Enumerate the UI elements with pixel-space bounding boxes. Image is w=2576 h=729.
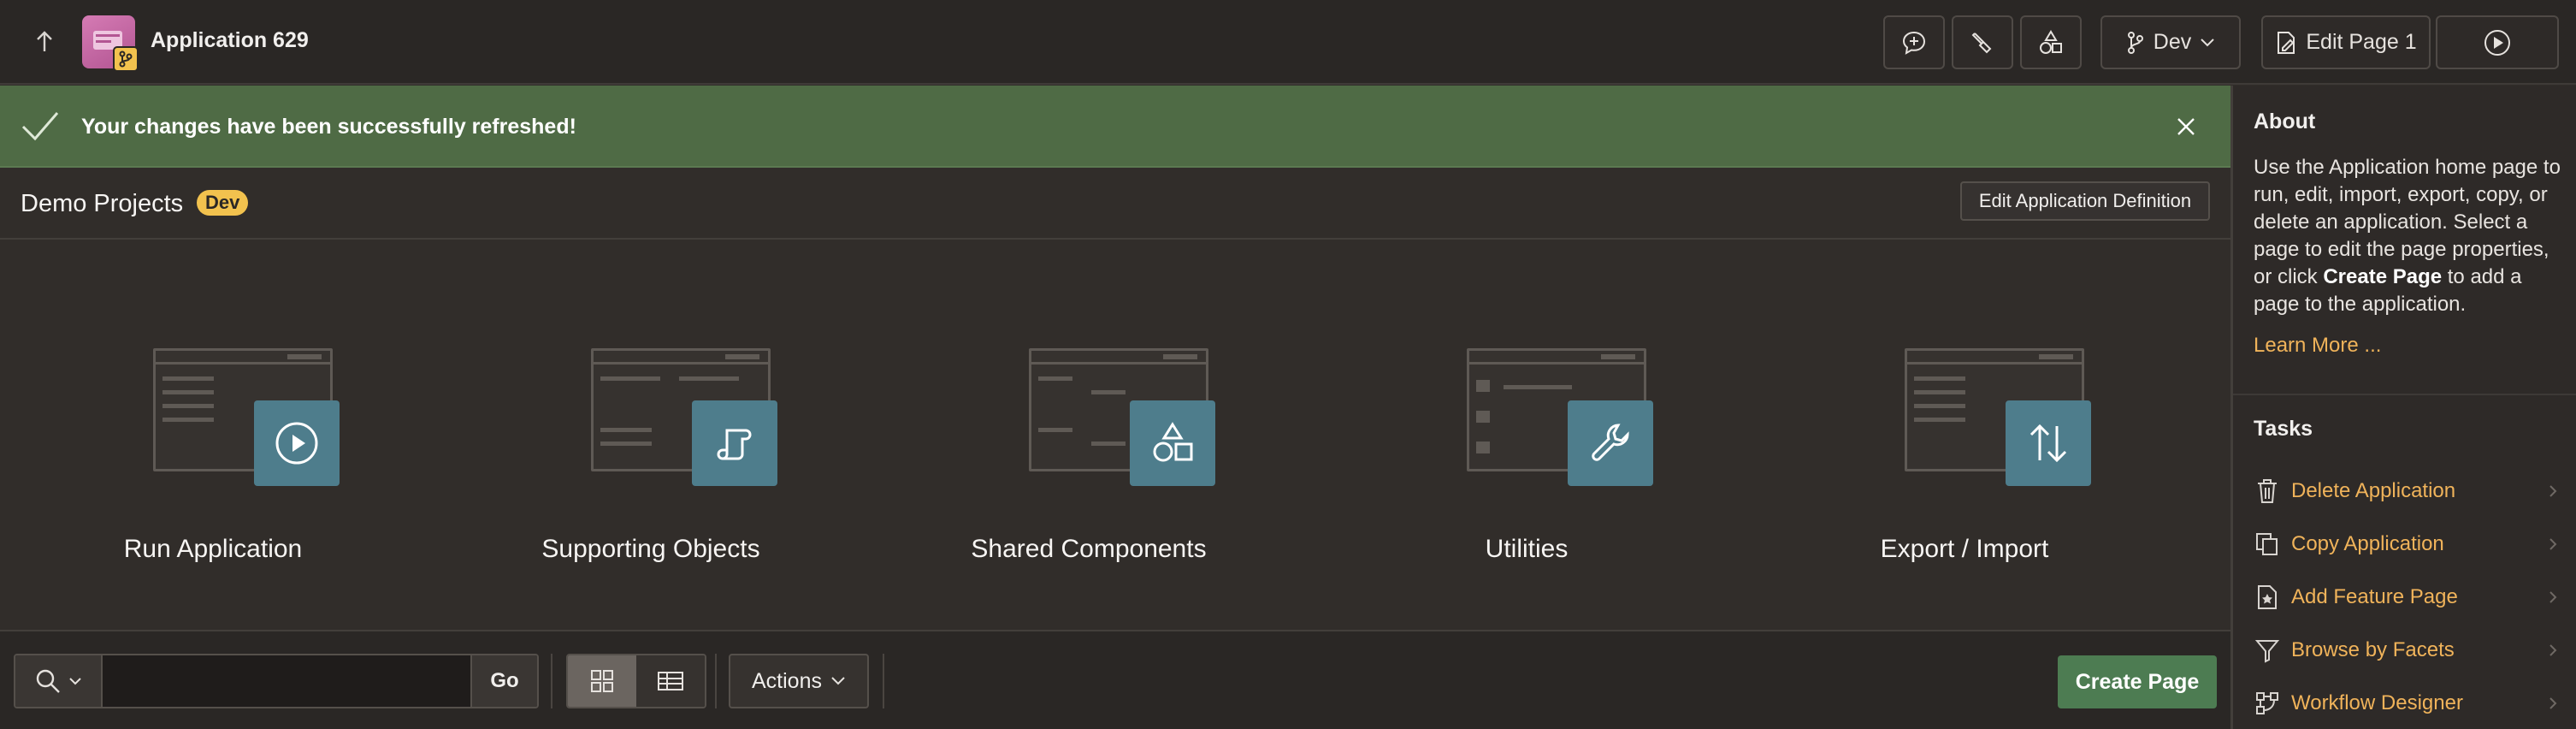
region-header: Demo Projects Dev Edit Application Defin… [0,169,2230,240]
filter-icon [2254,640,2280,663]
about-text-bold: Create Page [2323,265,2443,288]
right-sidebar: About Use the Application home page to r… [2230,86,2576,729]
task-workflow-designer[interactable]: Workflow Designer [2254,682,2561,725]
add-feature-icon [2258,585,2277,609]
tile-export-import[interactable]: Export / Import [1836,325,2093,582]
edit-application-definition-button[interactable]: Edit Application Definition [1960,181,2210,221]
arrow-up-icon [37,31,52,51]
task-label: Workflow Designer [2291,691,2463,714]
task-label: Copy Application [2291,532,2444,555]
scroll-icon [717,429,752,460]
grid-icon [591,670,613,692]
success-message: Your changes have been successfully refr… [81,115,576,139]
edit-page-button[interactable]: Edit Page 1 [2261,15,2431,69]
branch-badge-icon [113,46,139,72]
actions-label: Actions [752,668,822,693]
edit-page-icon [2278,31,2295,54]
tile-utilities[interactable]: Utilities [1398,325,1655,582]
tile-supporting-objects[interactable]: Supporting Objects [523,325,779,582]
task-label: Delete Application [2291,479,2456,502]
dev-badge: Dev [197,190,249,216]
branch-label: Dev [2153,30,2192,54]
search-column-dropdown[interactable] [15,655,103,707]
close-icon [2177,118,2195,135]
dismiss-banner-button[interactable] [2169,110,2203,144]
play-circle-icon [2484,29,2510,56]
tile-label: Export / Import [1880,535,2049,563]
edit-page-label: Edit Page 1 [2306,30,2417,54]
page-toolbar: Go Actions Create Page [0,630,2230,729]
chevron-right-icon [2549,644,2557,656]
task-delete-application[interactable]: Delete Application [2254,470,2561,513]
tile-run-application[interactable]: Run Application [85,325,341,582]
shapes-icon [1153,422,1193,462]
search-group: Go [14,654,539,708]
about-text: Use the Application home page to run, ed… [2254,154,2561,318]
tile-badge [1130,400,1215,486]
task-label: Browse by Facets [2291,638,2455,661]
arrows-up-down-icon [2029,424,2067,463]
search-icon [36,669,60,693]
search-input[interactable] [103,655,470,707]
branch-icon [2127,31,2143,54]
region-title: Demo Projects [21,190,184,217]
view-toggle [566,654,706,708]
sidebar-divider [2233,394,2576,395]
task-browse-by-facets[interactable]: Browse by Facets [2254,629,2561,672]
comments-button[interactable] [1883,15,1945,69]
play-icon [275,422,318,465]
app-title: Application 629 [151,28,309,52]
tile-badge [1568,400,1653,486]
about-heading: About [2254,110,2316,133]
shapes-icon [2040,29,2062,54]
actions-menu-button[interactable]: Actions [729,654,869,708]
table-icon [658,672,683,690]
tile-label: Supporting Objects [541,535,760,563]
chevron-down-icon [69,678,81,685]
go-button[interactable]: Go [470,655,537,707]
tile-badge [2006,400,2091,486]
report-view-button[interactable] [636,655,705,707]
icon-view-button[interactable] [568,655,636,707]
chevron-right-icon [2549,697,2557,709]
tile-label: Utilities [1485,535,1569,563]
task-label: Add Feature Page [2291,585,2458,608]
shared-components-button[interactable] [2020,15,2082,69]
brush-icon [1971,32,1992,53]
utilities-button[interactable] [1952,15,2013,69]
task-add-feature-page[interactable]: Add Feature Page [2254,576,2561,619]
toolbar-divider [551,654,552,708]
toolbar-divider [883,654,884,708]
navigate-up-button[interactable] [24,24,65,60]
workflow-icon [2256,692,2278,714]
tile-label: Run Application [123,535,303,563]
trash-icon [2258,479,2277,503]
run-page-button[interactable] [2436,15,2559,69]
copy-icon [2256,533,2278,555]
tile-badge [692,400,777,486]
create-page-button[interactable]: Create Page [2058,655,2217,708]
toolbar-divider [715,654,717,708]
task-copy-application[interactable]: Copy Application [2254,523,2561,566]
branch-selector[interactable]: Dev [2100,15,2241,69]
success-banner: Your changes have been successfully refr… [0,86,2230,168]
tasks-heading: Tasks [2254,417,2313,441]
check-icon [21,112,59,141]
learn-more-link[interactable]: Learn More ... [2254,334,2381,358]
chevron-down-icon [831,677,845,685]
tile-label: Shared Components [971,535,1207,563]
chevron-right-icon [2549,591,2557,603]
tile-badge [254,400,340,486]
wrench-icon [1592,424,1629,461]
comment-add-icon [1902,31,1926,55]
tile-shared-components[interactable]: Shared Components [960,325,1217,582]
chevron-down-icon [2201,38,2214,46]
chevron-right-icon [2549,485,2557,497]
top-bar: Application 629 Dev Edit Page 1 [0,0,2576,85]
chevron-right-icon [2549,538,2557,550]
